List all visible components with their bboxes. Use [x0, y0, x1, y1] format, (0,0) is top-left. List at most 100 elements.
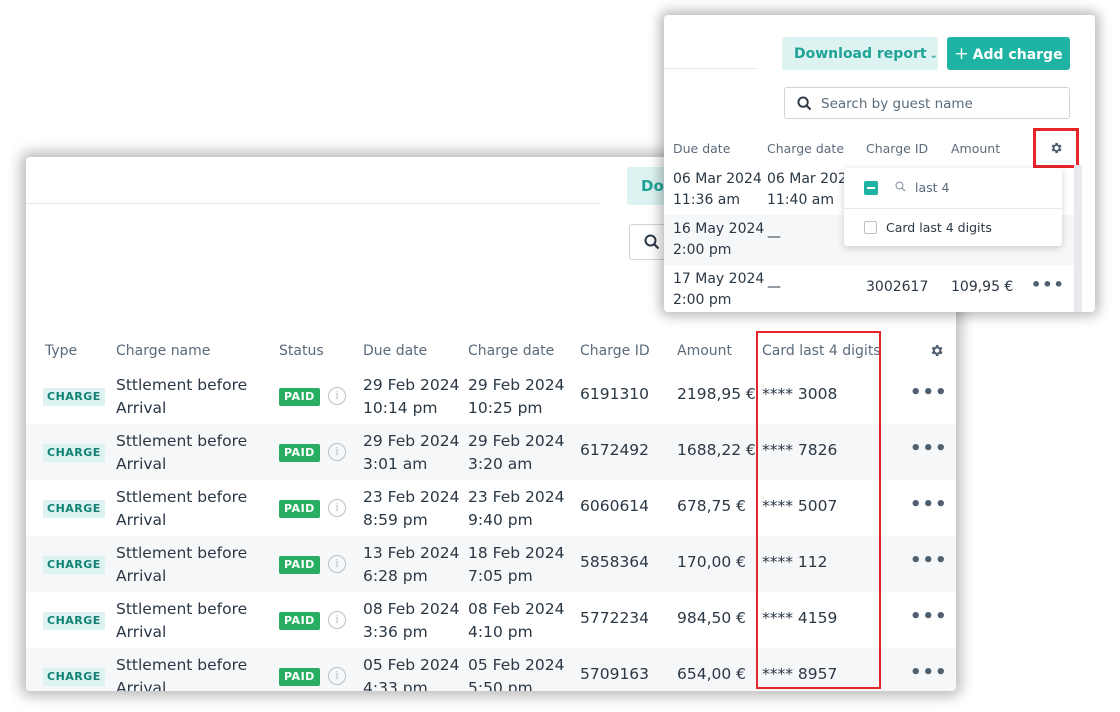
column-header-due-date: Due date [673, 141, 731, 156]
due-date: 17 May 2024 2:00 pm [673, 271, 765, 308]
plus-icon: + [954, 43, 969, 64]
type-badge: CHARGE [43, 388, 105, 406]
column-header-charge-name: Charge name [116, 343, 211, 359]
charge-id: 6191310 [580, 385, 650, 403]
due-date: 29 Feb 2024 10:14 pm [363, 376, 460, 417]
due-date: 08 Feb 2024 3:36 pm [363, 600, 460, 641]
add-charge-button[interactable]: + Add charge [947, 37, 1070, 70]
status-badge: PAID [279, 612, 320, 630]
charge-date: 18 Feb 2024 7:05 pm [468, 544, 565, 585]
charge-name: Sttlement before Arrival [116, 656, 248, 691]
charge-date: 06 Mar 2024 11:40 am [767, 171, 856, 208]
search-icon [895, 181, 906, 192]
charge-name: Sttlement before Arrival [116, 544, 248, 585]
status-badge: PAID [279, 556, 320, 574]
more-icon[interactable]: ••• [910, 550, 948, 571]
charge-id: 6060614 [580, 497, 650, 515]
status-badge: PAID [279, 444, 320, 462]
charge-date: 29 Feb 2024 3:20 am [468, 432, 565, 473]
amount: 109,95 € [951, 279, 1014, 295]
status-badge: PAID [279, 388, 320, 406]
column-header-due-date: Due date [363, 343, 428, 359]
charge-name: Sttlement before Arrival [116, 488, 248, 529]
search-field[interactable] [784, 87, 1070, 119]
divider [844, 208, 1062, 209]
charge-date: 23 Feb 2024 9:40 pm [468, 488, 565, 529]
charge-id: 6172492 [580, 441, 650, 459]
more-icon[interactable]: ••• [910, 494, 948, 515]
add-charge-label: Add charge [972, 46, 1063, 63]
column-header-charge-id: Charge ID [580, 343, 650, 359]
column-settings-highlight-box [1033, 128, 1079, 168]
info-icon[interactable]: i [328, 667, 346, 685]
status-badge: PAID [279, 500, 320, 518]
more-icon[interactable]: ••• [910, 382, 948, 403]
type-badge: CHARGE [43, 668, 105, 686]
column-header-amount: Amount [677, 343, 733, 359]
column-header-status: Status [279, 343, 324, 359]
type-badge: CHARGE [43, 556, 105, 574]
column-option-label[interactable]: Card last 4 digits [886, 220, 992, 235]
charge-id: 5709163 [580, 665, 650, 683]
status-badge: PAID [279, 668, 320, 686]
column-picker-dropdown: last 4 Card last 4 digits [844, 168, 1062, 246]
amount: 654,00 € [677, 665, 747, 683]
card-column-highlight-box [756, 331, 881, 689]
info-icon[interactable]: i [328, 611, 346, 629]
column-header-amount: Amount [951, 141, 1001, 156]
download-report-button[interactable]: Download report ⌄ [782, 37, 938, 70]
more-icon[interactable]: ••• [910, 606, 948, 627]
info-icon[interactable]: i [328, 443, 346, 461]
info-icon[interactable]: i [328, 387, 346, 405]
column-search-input[interactable]: last 4 [915, 180, 949, 195]
charge-id: 5772234 [580, 609, 650, 627]
header-divider [26, 203, 601, 204]
column-header-charge-date: Charge date [468, 343, 555, 359]
gear-icon[interactable] [929, 343, 944, 358]
type-badge: CHARGE [43, 500, 105, 518]
chevron-down-icon: ⌄ [929, 49, 938, 61]
info-icon[interactable]: i [328, 499, 346, 517]
charge-name: Sttlement before Arrival [116, 376, 248, 417]
search-icon [644, 234, 660, 250]
column-settings-panel: Download report⌄ +Add charge Due date Ch… [664, 15, 1095, 312]
charge-date: — [767, 279, 781, 295]
card-last-4-checkbox[interactable] [864, 221, 877, 234]
due-date: 23 Feb 2024 8:59 pm [363, 488, 460, 529]
amount: 1688,22 € [677, 441, 756, 459]
more-icon[interactable]: ••• [1031, 275, 1065, 294]
charge-id: 3002617 [866, 279, 929, 295]
amount: 2198,95 € [677, 385, 756, 403]
table-row[interactable]: 17 May 2024 2:00 pm — 3002617 109,95 € ••… [664, 265, 1074, 312]
amount: 170,00 € [677, 553, 747, 571]
charge-date: 08 Feb 2024 4:10 pm [468, 600, 565, 641]
due-date: 06 Mar 2024 11:36 am [673, 171, 762, 208]
charge-date: 05 Feb 2024 5:50 pm [468, 656, 565, 691]
charge-name: Sttlement before Arrival [116, 600, 248, 641]
column-header-type: Type [45, 343, 78, 359]
column-header-charge-date: Charge date [767, 141, 845, 156]
due-date: 29 Feb 2024 3:01 am [363, 432, 460, 473]
amount: 984,50 € [677, 609, 747, 627]
gear-icon[interactable] [1049, 141, 1063, 155]
column-header-charge-id: Charge ID [866, 141, 929, 156]
charge-id: 5858364 [580, 553, 650, 571]
select-all-checkbox[interactable] [864, 181, 878, 195]
scrollbar[interactable] [1074, 165, 1082, 312]
header-divider [664, 68, 756, 69]
download-report-label: Download report [794, 45, 927, 62]
search-icon [797, 96, 812, 111]
search-input[interactable] [821, 94, 1051, 114]
amount: 678,75 € [677, 497, 747, 515]
info-icon[interactable]: i [328, 555, 346, 573]
charge-name: Sttlement before Arrival [116, 432, 248, 473]
more-icon[interactable]: ••• [910, 662, 948, 683]
charge-date: — [767, 229, 781, 245]
charge-date: 29 Feb 2024 10:25 pm [468, 376, 565, 417]
type-badge: CHARGE [43, 444, 105, 462]
due-date: 05 Feb 2024 4:33 pm [363, 656, 460, 691]
due-date: 13 Feb 2024 6:28 pm [363, 544, 460, 585]
due-date: 16 May 2024 2:00 pm [673, 221, 765, 258]
more-icon[interactable]: ••• [910, 438, 948, 459]
type-badge: CHARGE [43, 612, 105, 630]
